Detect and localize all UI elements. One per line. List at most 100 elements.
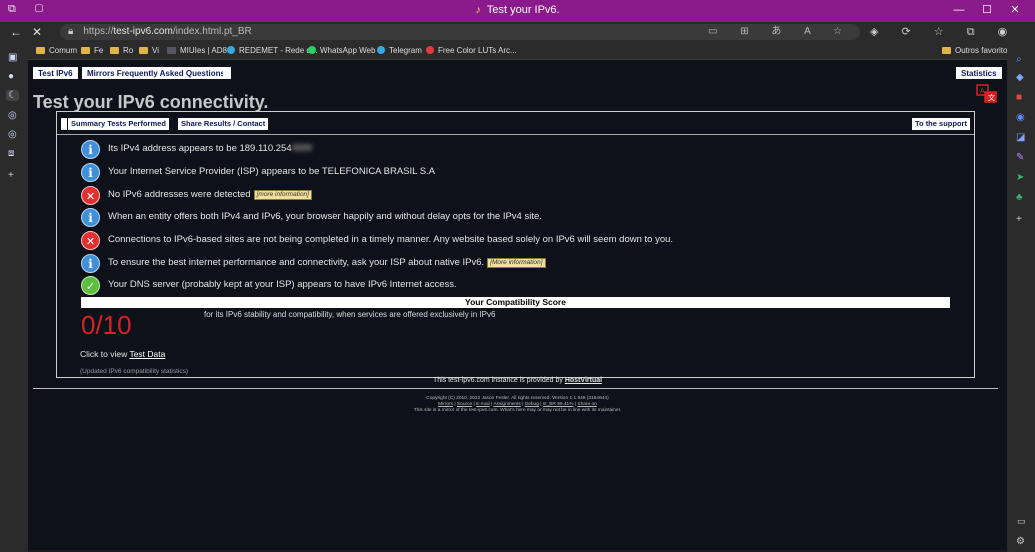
telegram-icon [377, 46, 385, 54]
active-tab-icon[interactable]: ☾ [6, 90, 19, 101]
office-icon[interactable]: ◪ [1016, 132, 1025, 143]
more-information-link[interactable]: [More information] [487, 258, 546, 268]
result-text: When an entity offers both IPv4 and IPv6… [108, 211, 542, 222]
result-text: Connections to IPv6-based sites are not … [108, 234, 674, 245]
page-title: Test your IPv6 connectivity. [33, 92, 269, 112]
web-page: Test IPv6 Mirrors Frequently Asked Quest… [28, 60, 1007, 550]
compatibility-score: 0/10 [81, 310, 132, 340]
add-icon[interactable]: + [1016, 214, 1022, 225]
whatsapp-icon [308, 46, 316, 54]
panel-collapse-icon[interactable]: ▭ [1017, 516, 1026, 527]
url-field[interactable]: 🔒︎ https://test-ipv6.com/index.html.pt_BR… [60, 24, 860, 40]
tab-test-ipv6[interactable]: Test IPv6 [33, 67, 78, 79]
bookmark-item[interactable]: Free Color LUTs Arc... [426, 46, 517, 55]
info-icon: i [81, 163, 100, 182]
bookmark-item[interactable]: REDEMET - Rede d... [227, 46, 318, 55]
maximize-button[interactable]: ☐ [973, 3, 1001, 16]
window-titlebar: ⧉ ▢ ♪ Test your IPv6. — ☐ ✕ [0, 0, 1035, 22]
edge-icon[interactable]: ◎ [8, 110, 17, 121]
score-description: for its IPv6 stability and compatibility… [204, 310, 496, 319]
results-tabs: Summary Tests Performed Share Results / … [57, 118, 974, 131]
bookmark-item[interactable]: Vi [139, 46, 159, 55]
footer-link-source[interactable]: Source [457, 402, 472, 407]
url-scheme: https:// [83, 26, 114, 37]
bookmark-item[interactable]: Comum [36, 46, 77, 55]
bookmark-item[interactable]: WhatsApp Web [308, 46, 375, 55]
translate-icon[interactable]: ⧈ [8, 148, 14, 159]
divider [33, 388, 998, 389]
tab-to-support[interactable]: To the support [912, 118, 970, 130]
folder-icon [110, 47, 119, 54]
footer: Copyright (C) 2010, 2022 Jason Fesler. A… [28, 396, 1007, 414]
error-icon: ✕ [81, 231, 100, 250]
nav-controls: ← ✕ [10, 25, 54, 39]
url-path: /index.html.pt_BR [172, 26, 252, 37]
folder-icon [81, 47, 90, 54]
footer-link-email[interactable]: E-mail [476, 402, 490, 407]
search-icon[interactable]: ⌕ [1016, 54, 1022, 65]
left-sidebar: ▣ ● ☾ ◎ ◎ ⧈ + [0, 42, 28, 552]
tag-icon[interactable]: ◆ [1016, 72, 1024, 83]
footer-link-debug[interactable]: Debug [525, 402, 539, 407]
stop-loading-button[interactable]: ✕ [32, 25, 54, 39]
tab-summary-tests[interactable]: Summary Tests Performed [68, 118, 169, 130]
divider [57, 134, 974, 135]
site-icon [167, 47, 176, 54]
bookmark-item[interactable]: Ro [110, 46, 133, 55]
add-icon[interactable]: + [8, 170, 14, 181]
footer-link-mirrors[interactable]: Mirrors [438, 402, 453, 407]
url-action-icons[interactable]: ▭ ⊞ あ A ☆ [708, 24, 852, 40]
info-icon: i [81, 208, 100, 227]
test-data-link[interactable]: Test Data [129, 349, 165, 359]
window-title-text: Test your IPv6. [486, 4, 560, 16]
tree-icon[interactable]: ♣ [1016, 192, 1023, 203]
edge-icon[interactable]: ◎ [8, 129, 17, 140]
footer-link-locale[interactable]: st_BR 99.41% [543, 402, 574, 407]
provided-prefix: This test-ipv6.com instance is provided … [432, 377, 563, 384]
hostvirtual-link[interactable]: HostVirtual [565, 377, 602, 384]
result-text: Your DNS server (probably kept at your I… [108, 279, 457, 290]
minimize-button[interactable]: — [945, 4, 973, 16]
tab-statistics[interactable]: Statistics [956, 67, 1002, 79]
folder-icon [942, 47, 951, 54]
back-button[interactable]: ← [10, 25, 32, 39]
result-text: Your Internet Service Provider (ISP) app… [108, 166, 436, 177]
globe-icon [227, 46, 235, 54]
translate-icon[interactable]: A 文 [976, 84, 998, 104]
result-text: Its IPv4 address appears to be 189.110.2… [108, 143, 292, 154]
game-icon[interactable]: ◉ [1016, 112, 1025, 123]
test-data-prefix: Click to view [80, 349, 128, 359]
error-icon: ✕ [81, 186, 100, 205]
toolbox-icon[interactable]: ■ [1016, 92, 1022, 103]
close-window-button[interactable]: ✕ [1001, 3, 1029, 16]
result-text: No IPv6 addresses were detected [108, 189, 251, 200]
window-title: ♪ Test your IPv6. [0, 4, 1035, 16]
gear-icon[interactable]: ⚙ [1016, 536, 1025, 547]
lock-icon[interactable]: 🔒︎ [68, 26, 73, 37]
footer-link-share[interactable]: Share on [577, 402, 596, 407]
tab-mirrors-faq[interactable]: Mirrors Frequently Asked Questions [82, 67, 230, 79]
bookmark-item[interactable]: MIUIes | AD8 [167, 46, 227, 55]
info-icon: i [81, 254, 100, 273]
tab-spacer [223, 67, 231, 79]
site-icon [426, 46, 434, 54]
send-icon[interactable]: ➤ [1016, 172, 1024, 183]
tab-spacer [61, 118, 67, 130]
updated-stats-link[interactable]: (Updated IPv6 compatibility statistics) [80, 368, 188, 375]
tabs-icon[interactable]: ▣ [8, 52, 17, 63]
bookmark-item[interactable]: Telegram [377, 46, 422, 55]
circle-icon[interactable]: ● [8, 71, 14, 82]
other-favorites[interactable]: Outros favoritos [942, 46, 1011, 55]
more-information-link[interactable]: [more information] [253, 190, 312, 200]
score-header: Your Compatibility Score [81, 297, 950, 308]
bookmark-item[interactable]: Fe [81, 46, 103, 55]
tab-share-results[interactable]: Share Results / Contact [178, 118, 269, 130]
edit-icon[interactable]: ✎ [1016, 152, 1024, 163]
redacted-ip [291, 144, 312, 151]
info-icon: i [81, 140, 100, 159]
test-data-line: Click to view Test Data [80, 349, 165, 359]
folder-icon [139, 47, 148, 54]
address-toolbar: ← ✕ 🔒︎ https://test-ipv6.com/index.html.pt… [0, 22, 1035, 52]
footer-link-assignments[interactable]: Assignments [493, 402, 520, 407]
result-text: To ensure the best internet performance … [108, 257, 485, 268]
